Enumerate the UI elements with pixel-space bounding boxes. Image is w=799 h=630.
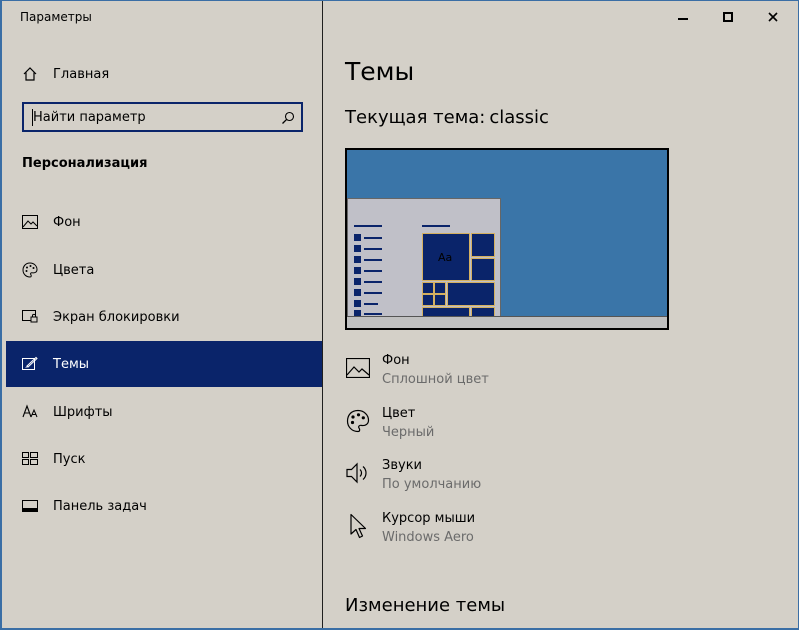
picture-icon xyxy=(21,213,39,231)
sidebar-item-home[interactable]: Главная xyxy=(2,56,322,92)
search-icon[interactable] xyxy=(281,110,295,124)
sidebar-item-label: Темы xyxy=(53,356,90,372)
current-theme: Текущая тема: classic xyxy=(345,107,553,128)
property-title: Звуки xyxy=(382,458,422,473)
current-theme-label: Текущая тема: xyxy=(345,107,486,128)
property-title: Фон xyxy=(382,353,410,368)
search-box[interactable] xyxy=(22,102,303,132)
sidebar-item-label: Пуск xyxy=(53,451,86,467)
property-subtitle: Черный xyxy=(382,425,435,440)
sidebar-item-label: Панель задач xyxy=(53,498,147,514)
theme-property-color[interactable]: Цвет Черный xyxy=(345,406,645,452)
theme-preview: Aa xyxy=(345,148,669,330)
palette-icon xyxy=(345,408,371,434)
property-title: Курсор мыши xyxy=(382,511,476,526)
property-title: Цвет xyxy=(382,406,416,421)
sidebar-item-label: Шрифты xyxy=(53,404,113,420)
sidebar-item-colors[interactable]: Цвета xyxy=(6,247,322,293)
section-title: Персонализация xyxy=(22,156,148,171)
theme-property-sounds[interactable]: Звуки По умолчанию xyxy=(345,458,645,504)
sidebar-item-start[interactable]: Пуск xyxy=(6,436,322,482)
taskbar-icon xyxy=(21,497,39,515)
sidebar-item-taskbar[interactable]: Панель задач xyxy=(6,483,322,529)
themes-icon xyxy=(21,355,39,373)
sidebar: Параметры Главная Персонализация Фон xyxy=(2,1,323,628)
property-subtitle: По умолчанию xyxy=(382,477,482,492)
sidebar-item-lock-screen[interactable]: Экран блокировки xyxy=(6,294,322,340)
sidebar-item-label: Фон xyxy=(53,214,81,230)
main-content: Темы Текущая тема: classic Aa Фон Сплошн… xyxy=(324,1,798,628)
home-icon xyxy=(21,65,39,83)
cursor-icon xyxy=(345,513,371,539)
picture-icon xyxy=(345,355,371,381)
page-title: Темы xyxy=(345,57,415,86)
settings-window: Параметры Главная Персонализация Фон xyxy=(1,1,798,629)
sidebar-item-label: Цвета xyxy=(53,262,95,278)
current-theme-value: classic xyxy=(489,107,549,128)
preview-tile-text: Aa xyxy=(438,251,453,264)
sidebar-item-label: Экран блокировки xyxy=(53,309,180,325)
sidebar-item-background[interactable]: Фон xyxy=(6,199,322,245)
start-icon xyxy=(21,450,39,468)
sidebar-item-fonts[interactable]: Шрифты xyxy=(6,389,322,435)
sidebar-item-themes[interactable]: Темы xyxy=(6,341,322,387)
theme-property-background[interactable]: Фон Сплошной цвет xyxy=(345,353,645,399)
sidebar-item-label: Главная xyxy=(53,66,110,82)
change-theme-heading: Изменение темы xyxy=(345,595,506,616)
fonts-icon xyxy=(21,403,39,421)
search-input[interactable] xyxy=(33,109,273,125)
theme-property-cursor[interactable]: Курсор мыши Windows Aero xyxy=(345,511,645,557)
preview-desktop: Aa xyxy=(347,150,667,328)
speaker-icon xyxy=(345,460,371,486)
lock-screen-icon xyxy=(21,308,39,326)
window-title: Параметры xyxy=(20,10,92,24)
property-subtitle: Windows Aero xyxy=(382,530,474,545)
property-subtitle: Сплошной цвет xyxy=(382,372,489,387)
preview-start-menu: Aa xyxy=(347,198,501,317)
preview-taskbar xyxy=(347,316,667,328)
palette-icon xyxy=(21,261,39,279)
